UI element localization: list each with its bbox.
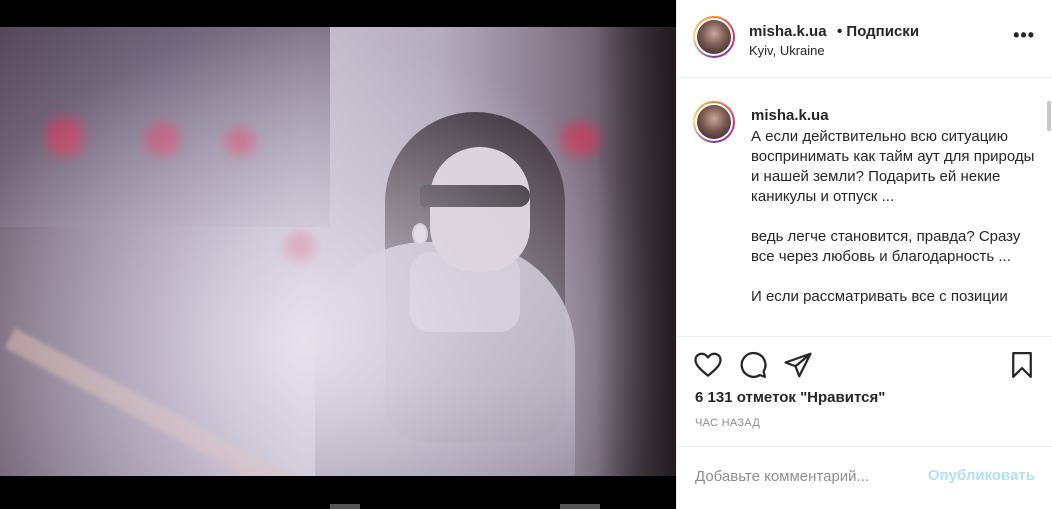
post-panel: misha.k.ua • Подписки Kyiv, Ukraine ••• … (676, 0, 1052, 509)
heart-icon[interactable] (693, 350, 723, 380)
photo-haze (0, 27, 676, 476)
thumbnail-strip (0, 476, 676, 509)
publish-button[interactable]: Опубликовать (928, 467, 1035, 484)
bookmark-icon[interactable] (1007, 350, 1037, 380)
follow-status[interactable]: • Подписки (837, 23, 919, 40)
post-username[interactable]: misha.k.ua (749, 23, 827, 40)
post-header: misha.k.ua • Подписки Kyiv, Ukraine ••• (677, 0, 1052, 78)
thumbnail[interactable] (560, 504, 600, 509)
action-bar (677, 338, 1052, 388)
post-time[interactable]: ЧАС НАЗАД (695, 417, 760, 429)
post-photo[interactable] (0, 27, 676, 476)
comment-input[interactable] (695, 465, 925, 487)
caption-area: misha.k.ua А если действительно всю ситу… (677, 79, 1052, 337)
caption-avatar[interactable] (693, 101, 735, 143)
paper-plane-icon[interactable] (783, 350, 813, 380)
more-options-icon[interactable]: ••• (1013, 25, 1035, 46)
caption-scrollbar[interactable] (1047, 101, 1051, 131)
post-location[interactable]: Kyiv, Ukraine (749, 43, 825, 58)
likes-count[interactable]: 6 131 отметок "Нравится" (695, 389, 885, 406)
comment-icon[interactable] (738, 350, 768, 380)
photo-shadow (596, 27, 676, 476)
thumbnail[interactable] (330, 504, 360, 509)
caption-text: А если действительно всю ситуацию воспри… (751, 128, 1035, 305)
avatar[interactable] (693, 16, 735, 58)
caption-username[interactable]: misha.k.ua (751, 107, 829, 124)
comment-box: Опубликовать (677, 446, 1052, 509)
